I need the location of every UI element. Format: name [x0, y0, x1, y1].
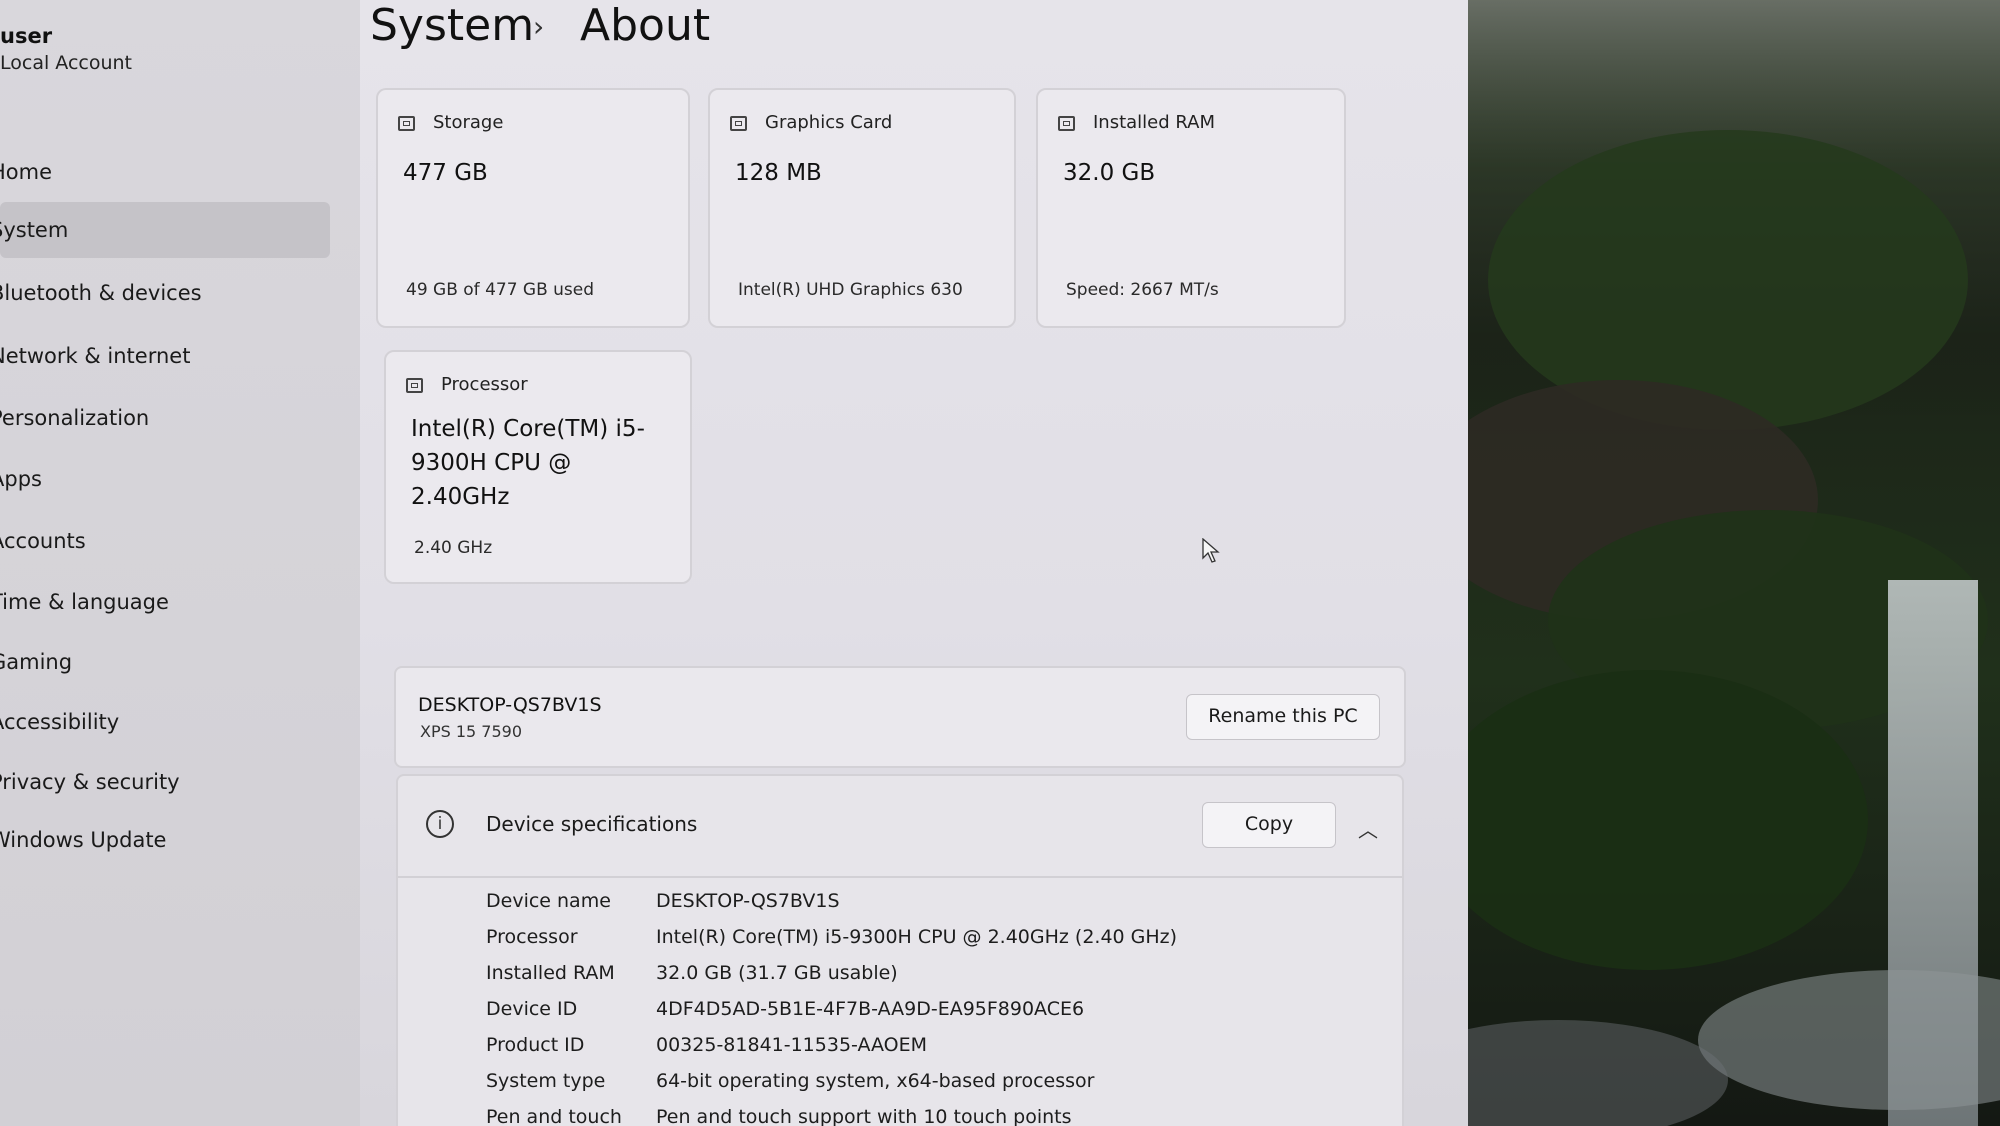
sidebar-item-label: Network & internet: [0, 344, 191, 368]
sidebar-item-network-internet[interactable]: Network & internet: [0, 328, 330, 384]
sidebar-item-label: Privacy & security: [0, 770, 180, 794]
spec-key: Device ID: [486, 998, 578, 1020]
graphics-card-card[interactable]: Graphics Card 128 MB Intel(R) UHD Graphi…: [708, 88, 1016, 328]
settings-window: user Local Account Home System Bluetooth…: [0, 0, 1468, 1126]
pc-model: XPS 15 7590: [420, 722, 523, 741]
spec-value: 00325-81841-11535-AAOEM: [656, 1034, 928, 1056]
sidebar-item-label: Time & language: [0, 590, 169, 614]
device-specifications-title: Device specifications: [486, 812, 698, 836]
card-label: Graphics Card: [765, 112, 893, 133]
pc-name-row: DESKTOP-QS7BV1S XPS 15 7590 Rename this …: [394, 666, 1406, 768]
sidebar-item-label: Windows Update: [0, 828, 167, 852]
sidebar-item-label: Gaming: [0, 650, 73, 674]
waterfall-forest-image: [1468, 0, 2000, 1126]
card-label: Processor: [441, 374, 528, 395]
card-detail: Speed: 2667 MT/s: [1066, 280, 1219, 300]
device-specifications-header[interactable]: i Device specifications Copy ︿: [398, 776, 1402, 878]
sidebar-item-label: System: [0, 218, 69, 242]
card-value: 477 GB: [403, 160, 488, 186]
card-value: 32.0 GB: [1063, 160, 1156, 186]
device-specifications-panel: i Device specifications Copy ︿ Device na…: [396, 774, 1404, 1126]
pc-name: DESKTOP-QS7BV1S: [418, 694, 602, 716]
sidebar-item-windows-update[interactable]: Windows Update: [0, 812, 330, 868]
card-value: Intel(R) Core(TM) i5-9300H CPU @ 2.40GHz: [411, 416, 645, 510]
sidebar-item-privacy-security[interactable]: Privacy & security: [0, 754, 330, 810]
sidebar-item-gaming[interactable]: Gaming: [0, 634, 330, 690]
spec-key: Product ID: [486, 1034, 585, 1056]
sidebar: user Local Account Home System Bluetooth…: [0, 0, 360, 1126]
sidebar-item-accessibility[interactable]: Accessibility: [0, 694, 330, 750]
user-name: user: [0, 24, 53, 48]
processor-card[interactable]: Processor Intel(R) Core(TM) i5-9300H CPU…: [384, 350, 692, 584]
card-detail: 2.40 GHz: [414, 538, 493, 558]
sidebar-item-label: Personalization: [0, 406, 150, 430]
user-account-type: Local Account: [0, 52, 132, 74]
copy-button[interactable]: Copy: [1202, 802, 1336, 848]
chevron-up-icon[interactable]: ︿: [1358, 814, 1378, 843]
sidebar-item-personalization[interactable]: Personalization: [0, 390, 330, 446]
storage-card[interactable]: Storage 477 GB 49 GB of 477 GB used: [376, 88, 690, 328]
spec-value: DESKTOP-QS7BV1S: [656, 890, 840, 912]
spec-value: 4DF4D5AD-5B1E-4F7B-AA9D-EA95F890ACE6: [656, 998, 1085, 1020]
ram-icon: [1058, 116, 1075, 131]
processor-icon: [406, 378, 423, 393]
info-icon: i: [426, 810, 454, 838]
graphics-card-icon: [730, 116, 747, 131]
sidebar-item-label: Home: [0, 160, 53, 184]
sidebar-item-system[interactable]: System: [0, 202, 330, 258]
spec-value: 64-bit operating system, x64-based proce…: [656, 1070, 1095, 1092]
card-label: Installed RAM: [1093, 112, 1216, 133]
spec-key: Pen and touch: [486, 1106, 622, 1126]
card-detail: 49 GB of 477 GB used: [406, 280, 595, 300]
spec-key: Device name: [486, 890, 611, 912]
spec-value: 32.0 GB (31.7 GB usable): [656, 962, 898, 984]
sidebar-item-bluetooth-devices[interactable]: Bluetooth & devices: [0, 265, 330, 321]
sidebar-item-label: Accounts: [0, 529, 86, 553]
chevron-right-icon: ›: [533, 10, 545, 43]
card-detail: Intel(R) UHD Graphics 630: [738, 280, 963, 300]
sidebar-item-label: Bluetooth & devices: [0, 281, 202, 305]
sidebar-item-time-language[interactable]: Time & language: [0, 574, 330, 630]
sidebar-item-apps[interactable]: Apps: [0, 451, 330, 507]
spec-value: Pen and touch support with 10 touch poin…: [656, 1106, 1072, 1126]
breadcrumb-parent[interactable]: System: [370, 0, 534, 51]
installed-ram-card[interactable]: Installed RAM 32.0 GB Speed: 2667 MT/s: [1036, 88, 1346, 328]
spec-key: System type: [486, 1070, 606, 1092]
rename-pc-button[interactable]: Rename this PC: [1186, 694, 1380, 740]
desktop-wallpaper: [1468, 0, 2000, 1126]
sidebar-item-label: Accessibility: [0, 710, 120, 734]
card-label: Storage: [433, 112, 504, 133]
spec-key: Processor: [486, 926, 578, 948]
page-title: About: [580, 0, 711, 51]
sidebar-item-label: Apps: [0, 467, 42, 491]
spec-value: Intel(R) Core(TM) i5-9300H CPU @ 2.40GHz…: [656, 926, 1178, 948]
storage-icon: [398, 116, 415, 131]
sidebar-item-home[interactable]: Home: [0, 144, 330, 200]
sidebar-item-accounts[interactable]: Accounts: [0, 513, 330, 569]
spec-key: Installed RAM: [486, 962, 615, 984]
card-value: 128 MB: [735, 160, 822, 186]
